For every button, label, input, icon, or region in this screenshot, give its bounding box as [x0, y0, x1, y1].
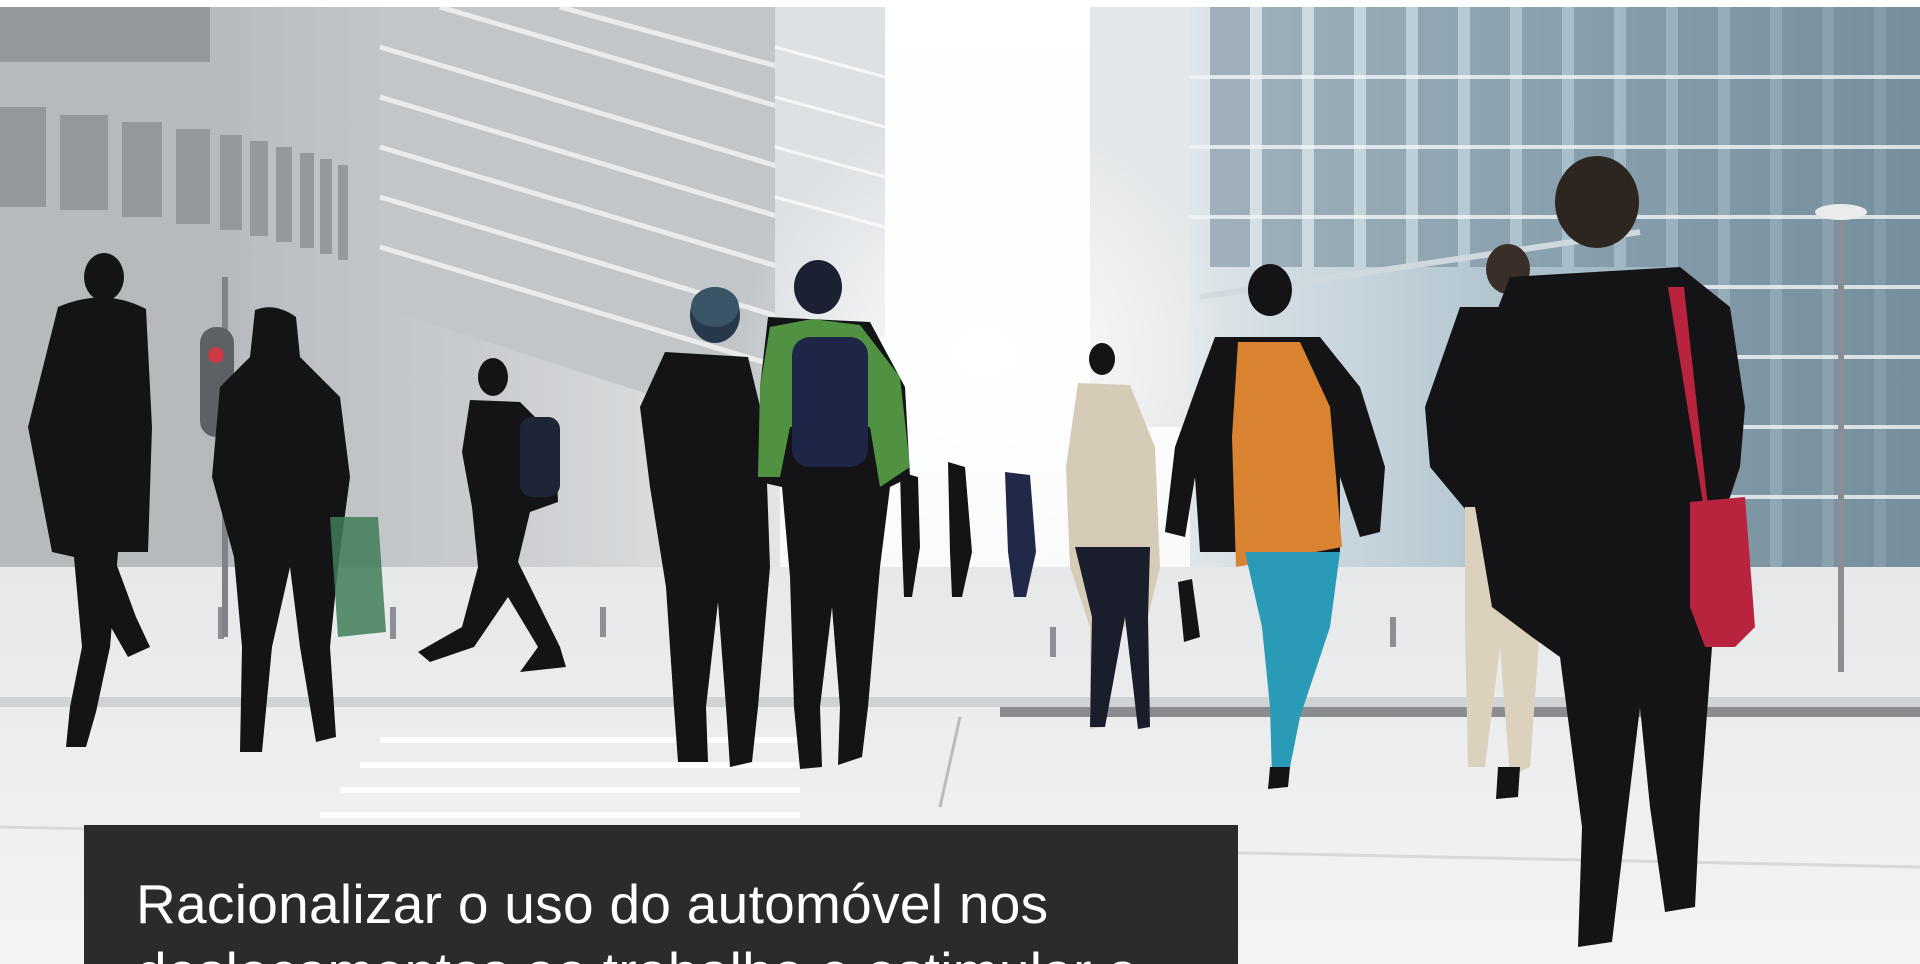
hero-photo: [0, 7, 1920, 964]
slide-canvas: Racionalizar o uso do automóvel nos desl…: [0, 0, 1920, 964]
caption-text: Racionalizar o uso do automóvel nos desl…: [136, 873, 1138, 964]
city-street-pedestrians-photo: [0, 7, 1920, 964]
caption-banner: Racionalizar o uso do automóvel nos desl…: [84, 825, 1238, 964]
